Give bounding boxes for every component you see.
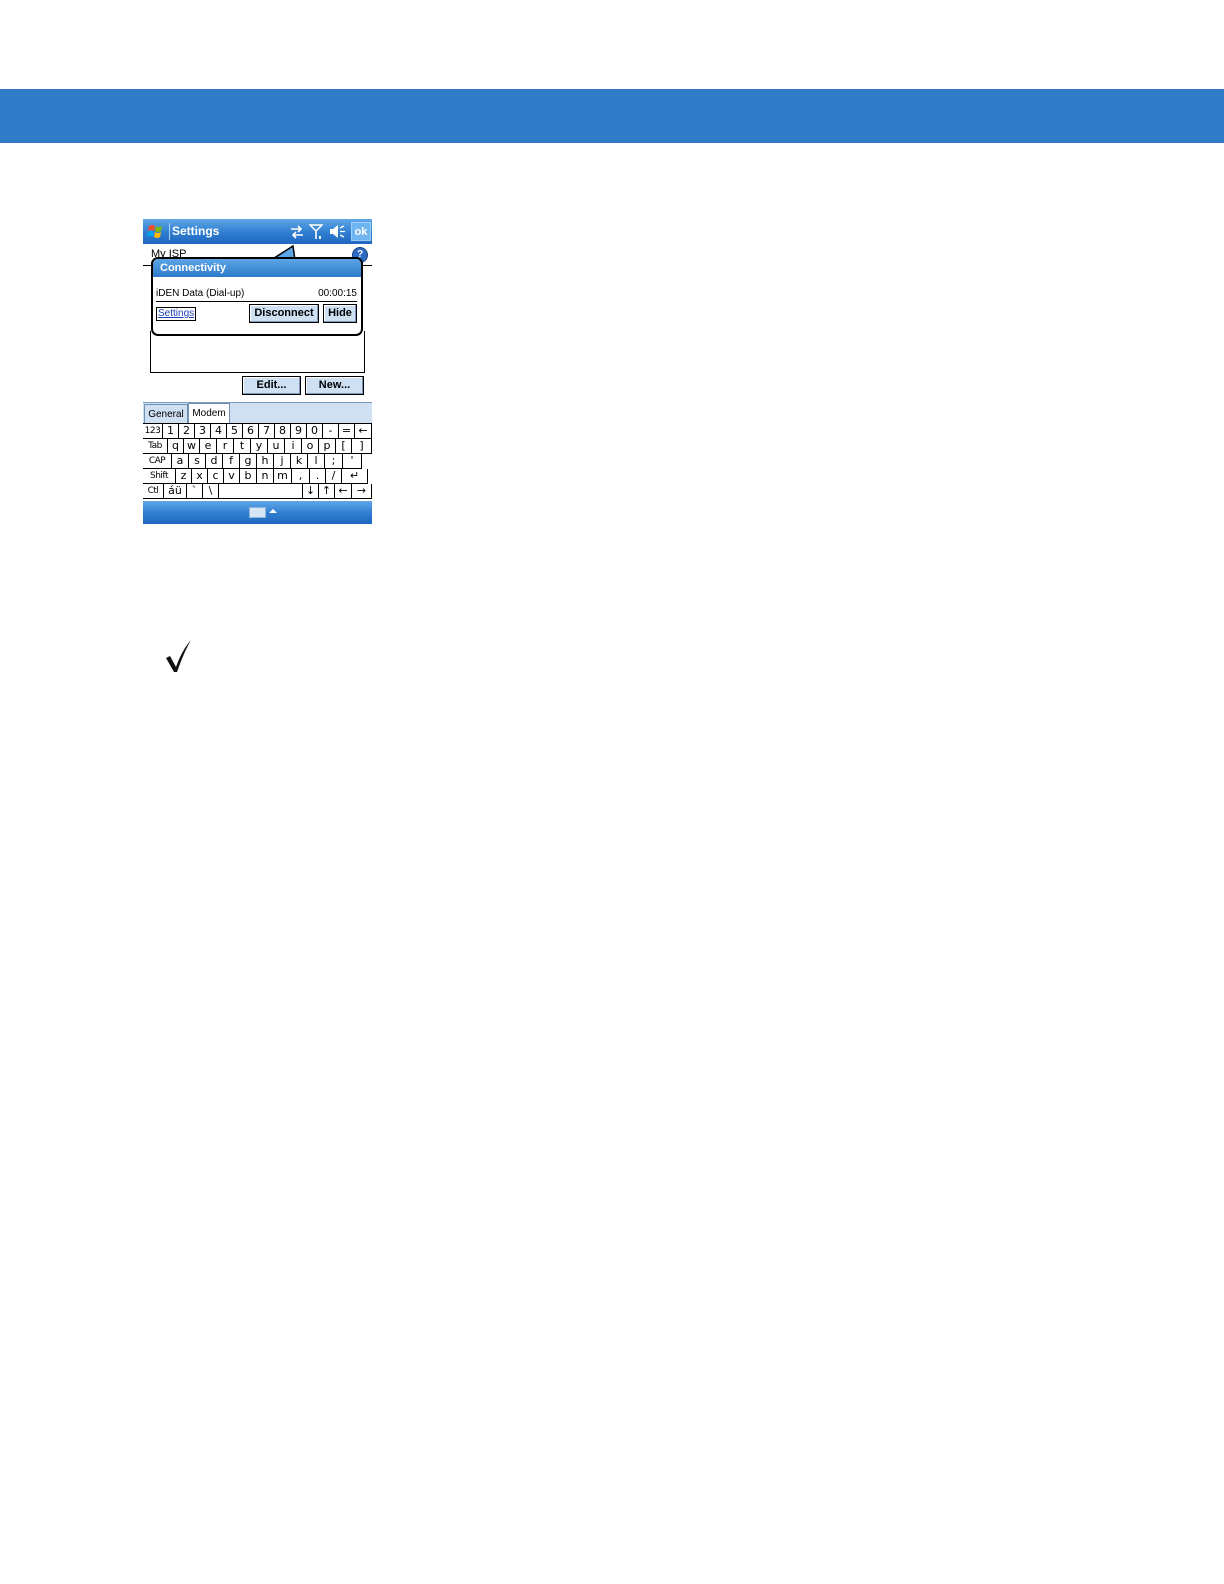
keyboard-key[interactable]: h <box>257 454 274 469</box>
window-title: Settings <box>172 224 220 238</box>
edit-button[interactable]: Edit... <box>242 376 301 395</box>
keyboard-key[interactable]: 2 <box>179 424 195 439</box>
connection-elapsed-time: 00:00:15 <box>318 288 357 299</box>
hide-button[interactable]: Hide <box>323 304 357 323</box>
bottom-bar <box>143 501 372 524</box>
tab-modem[interactable]: Modem <box>188 403 230 424</box>
keyboard-key[interactable]: i <box>285 439 302 454</box>
keyboard-key[interactable]: 123 <box>143 424 163 439</box>
keyboard-key[interactable]: ` <box>187 484 203 499</box>
input-menu-caret-icon[interactable] <box>269 509 277 513</box>
keyboard-key[interactable]: ' <box>343 454 362 469</box>
connection-row: iDEN Data (Dial-up) 00:00:15 <box>156 288 357 299</box>
settings-link[interactable]: Settings <box>156 307 197 321</box>
keyboard-key[interactable]: k <box>291 454 308 469</box>
keyboard-key[interactable]: 5 <box>227 424 243 439</box>
keyboard-key[interactable]: l <box>308 454 325 469</box>
keyboard-key[interactable]: u <box>268 439 285 454</box>
keyboard-key[interactable]: x <box>192 469 208 484</box>
keyboard-key[interactable]: / <box>326 469 342 484</box>
checkmark-icon <box>166 640 191 672</box>
keyboard-key[interactable]: 4 <box>211 424 227 439</box>
pocket-pc-screen: Settings ok My ISP ? Connectivity iDEN D… <box>143 219 372 524</box>
keyboard-key[interactable]: n <box>257 469 274 484</box>
keyboard-key[interactable]: j <box>274 454 291 469</box>
keyboard-key[interactable]: p <box>319 439 336 454</box>
connection-name: iDEN Data (Dial-up) <box>156 288 245 299</box>
keyboard-key[interactable]: r <box>217 439 234 454</box>
keyboard-key[interactable]: , <box>292 469 310 484</box>
speaker-icon[interactable] <box>328 223 346 240</box>
bubble-divider <box>156 301 357 302</box>
keyboard-key[interactable]: w <box>184 439 200 454</box>
connectivity-notification: Connectivity iDEN Data (Dial-up) 00:00:1… <box>151 257 363 336</box>
keyboard-key[interactable]: o <box>302 439 319 454</box>
keyboard-key[interactable]: Shift <box>143 469 176 484</box>
keyboard-key-space[interactable] <box>219 484 303 499</box>
keyboard-key[interactable]: 6 <box>243 424 259 439</box>
windows-flag-icon[interactable] <box>146 222 168 241</box>
keyboard-key[interactable]: 3 <box>195 424 211 439</box>
keyboard-key[interactable]: e <box>200 439 217 454</box>
keyboard-key[interactable]: áü <box>164 484 187 499</box>
keyboard-key[interactable]: [ <box>336 439 352 454</box>
keyboard-key[interactable]: a <box>172 454 189 469</box>
tab-general[interactable]: General <box>144 404 188 424</box>
keyboard-key[interactable]: m <box>274 469 292 484</box>
connectivity-arrows-icon[interactable] <box>289 223 305 240</box>
keyboard-key[interactable]: c <box>208 469 224 484</box>
keyboard-key[interactable]: 9 <box>291 424 307 439</box>
keyboard-key[interactable]: ↑ <box>319 484 335 499</box>
keyboard-key[interactable]: = <box>339 424 355 439</box>
keyboard-key[interactable]: CAP <box>143 454 172 469</box>
keyboard-key[interactable]: d <box>206 454 223 469</box>
keyboard-key[interactable]: → <box>352 484 372 499</box>
keyboard-key[interactable]: - <box>323 424 339 439</box>
title-separator <box>169 223 170 240</box>
keyboard-key[interactable]: z <box>176 469 192 484</box>
keyboard-key[interactable]: 1 <box>163 424 179 439</box>
page-header-band <box>0 89 1224 143</box>
notification-title: Connectivity <box>153 259 361 277</box>
tab-strip: General Modem <box>143 402 372 424</box>
keyboard-key[interactable]: b <box>240 469 257 484</box>
keyboard-key[interactable]: q <box>168 439 184 454</box>
keyboard-key[interactable]: ← <box>355 424 372 439</box>
keyboard-key[interactable]: . <box>310 469 326 484</box>
keyboard-key[interactable]: s <box>189 454 206 469</box>
keyboard-key[interactable]: f <box>223 454 240 469</box>
keyboard-key[interactable]: ← <box>335 484 352 499</box>
keyboard-key[interactable]: Tab <box>143 439 168 454</box>
keyboard-icon[interactable] <box>249 507 266 518</box>
title-bar: Settings ok <box>143 219 372 244</box>
keyboard-key[interactable]: ; <box>325 454 343 469</box>
keyboard-key[interactable]: t <box>234 439 251 454</box>
ok-button[interactable]: ok <box>351 222 371 241</box>
keyboard-key[interactable]: 0 <box>307 424 323 439</box>
keyboard-key[interactable]: ] <box>352 439 372 454</box>
keyboard-key[interactable]: 7 <box>259 424 275 439</box>
disconnect-button[interactable]: Disconnect <box>249 304 319 323</box>
signal-antenna-icon[interactable] <box>309 223 323 240</box>
keyboard-key[interactable]: g <box>240 454 257 469</box>
soft-keyboard: 123 1 2 3 4 5 6 7 8 9 0- = ← Tab q w e r t y u i o p[] CAP a s d f g h… <box>143 423 372 501</box>
keyboard-key[interactable]: ↵ <box>342 469 368 484</box>
keyboard-key[interactable]: 8 <box>275 424 291 439</box>
keyboard-key[interactable]: ↓ <box>303 484 319 499</box>
keyboard-key[interactable]: v <box>224 469 240 484</box>
keyboard-key[interactable]: Ctl <box>143 484 164 499</box>
keyboard-key[interactable]: \ <box>203 484 219 499</box>
connection-list[interactable] <box>150 331 365 373</box>
new-button[interactable]: New... <box>305 376 364 395</box>
keyboard-key[interactable]: y <box>251 439 268 454</box>
